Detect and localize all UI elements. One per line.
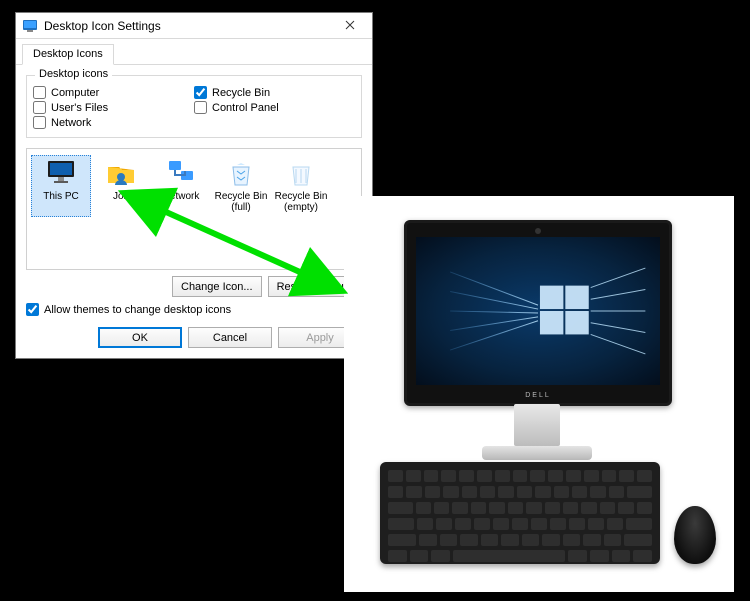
icon-label: Recycle Bin (full) xyxy=(211,191,271,213)
windows-logo-icon xyxy=(416,237,660,385)
group-legend: Desktop icons xyxy=(35,68,112,80)
icon-label: Recycle Bin (empty) xyxy=(271,191,331,213)
checkbox-network[interactable]: Network xyxy=(33,116,194,129)
monitor-brand: DELL xyxy=(525,392,551,399)
close-button[interactable] xyxy=(330,14,370,38)
checkbox-users-files-label: User's Files xyxy=(51,102,108,114)
checkbox-allow-themes-input[interactable] xyxy=(26,303,39,316)
recycle-bin-empty-icon xyxy=(285,157,317,189)
icon-this-pc[interactable]: This PC xyxy=(31,155,91,217)
cancel-button[interactable]: Cancel xyxy=(188,327,272,348)
checkbox-allow-themes-label: Allow themes to change desktop icons xyxy=(44,304,231,316)
checkbox-recycle-bin-label: Recycle Bin xyxy=(212,87,270,99)
checkbox-computer[interactable]: Computer xyxy=(33,86,194,99)
monitor-stand xyxy=(514,404,560,446)
change-icon-button[interactable]: Change Icon... xyxy=(172,276,262,297)
icon-label: This PC xyxy=(32,191,90,202)
checkbox-network-input[interactable] xyxy=(33,116,46,129)
monitor-icon xyxy=(45,157,77,189)
user-folder-icon xyxy=(105,157,137,189)
network-icon xyxy=(165,157,197,189)
tab-desktop-icons[interactable]: Desktop Icons xyxy=(22,44,114,65)
icon-recycle-bin-empty[interactable]: Recycle Bin (empty) xyxy=(271,155,331,217)
icon-user[interactable]: Jon xyxy=(91,155,151,217)
ok-button[interactable]: OK xyxy=(98,327,182,348)
checkbox-users-files-input[interactable] xyxy=(33,101,46,114)
titlebar: Desktop Icon Settings xyxy=(16,13,372,39)
screen-wallpaper xyxy=(416,237,660,385)
window-title: Desktop Icon Settings xyxy=(44,19,330,33)
checkbox-recycle-bin[interactable]: Recycle Bin xyxy=(194,86,355,99)
checkbox-recycle-bin-input[interactable] xyxy=(194,86,207,99)
keyboard xyxy=(380,462,660,564)
dialog-client: Desktop icons Computer User's Files Netw… xyxy=(16,65,372,327)
checkbox-control-panel[interactable]: Control Panel xyxy=(194,101,355,114)
checkbox-computer-label: Computer xyxy=(51,87,99,99)
window-icon xyxy=(22,18,38,34)
dialog-buttons: OK Cancel Apply xyxy=(16,327,372,358)
checkbox-computer-input[interactable] xyxy=(33,86,46,99)
mouse xyxy=(674,506,716,564)
icon-recycle-bin-full[interactable]: Recycle Bin (full) xyxy=(211,155,271,217)
icon-network[interactable]: Network xyxy=(151,155,211,217)
monitor: DELL xyxy=(404,220,672,406)
group-desktop-icons: Desktop icons Computer User's Files Netw… xyxy=(26,75,362,138)
webcam-icon xyxy=(535,228,541,234)
icon-label: Network xyxy=(151,191,211,202)
icon-label: Jon xyxy=(91,191,151,202)
close-icon xyxy=(345,18,355,33)
recycle-bin-full-icon xyxy=(225,157,257,189)
desktop-icon-settings-dialog: Desktop Icon Settings Desktop Icons Desk… xyxy=(15,12,373,359)
tab-strip: Desktop Icons xyxy=(16,39,372,65)
checkbox-control-panel-label: Control Panel xyxy=(212,102,279,114)
checkbox-users-files[interactable]: User's Files xyxy=(33,101,194,114)
checkbox-control-panel-input[interactable] xyxy=(194,101,207,114)
computer-photo: DELL xyxy=(344,196,734,592)
checkbox-network-label: Network xyxy=(51,117,91,129)
checkbox-allow-themes[interactable]: Allow themes to change desktop icons xyxy=(26,303,362,316)
icon-preview-box: This PC Jon Network Recycle Bin (full) xyxy=(26,148,362,270)
